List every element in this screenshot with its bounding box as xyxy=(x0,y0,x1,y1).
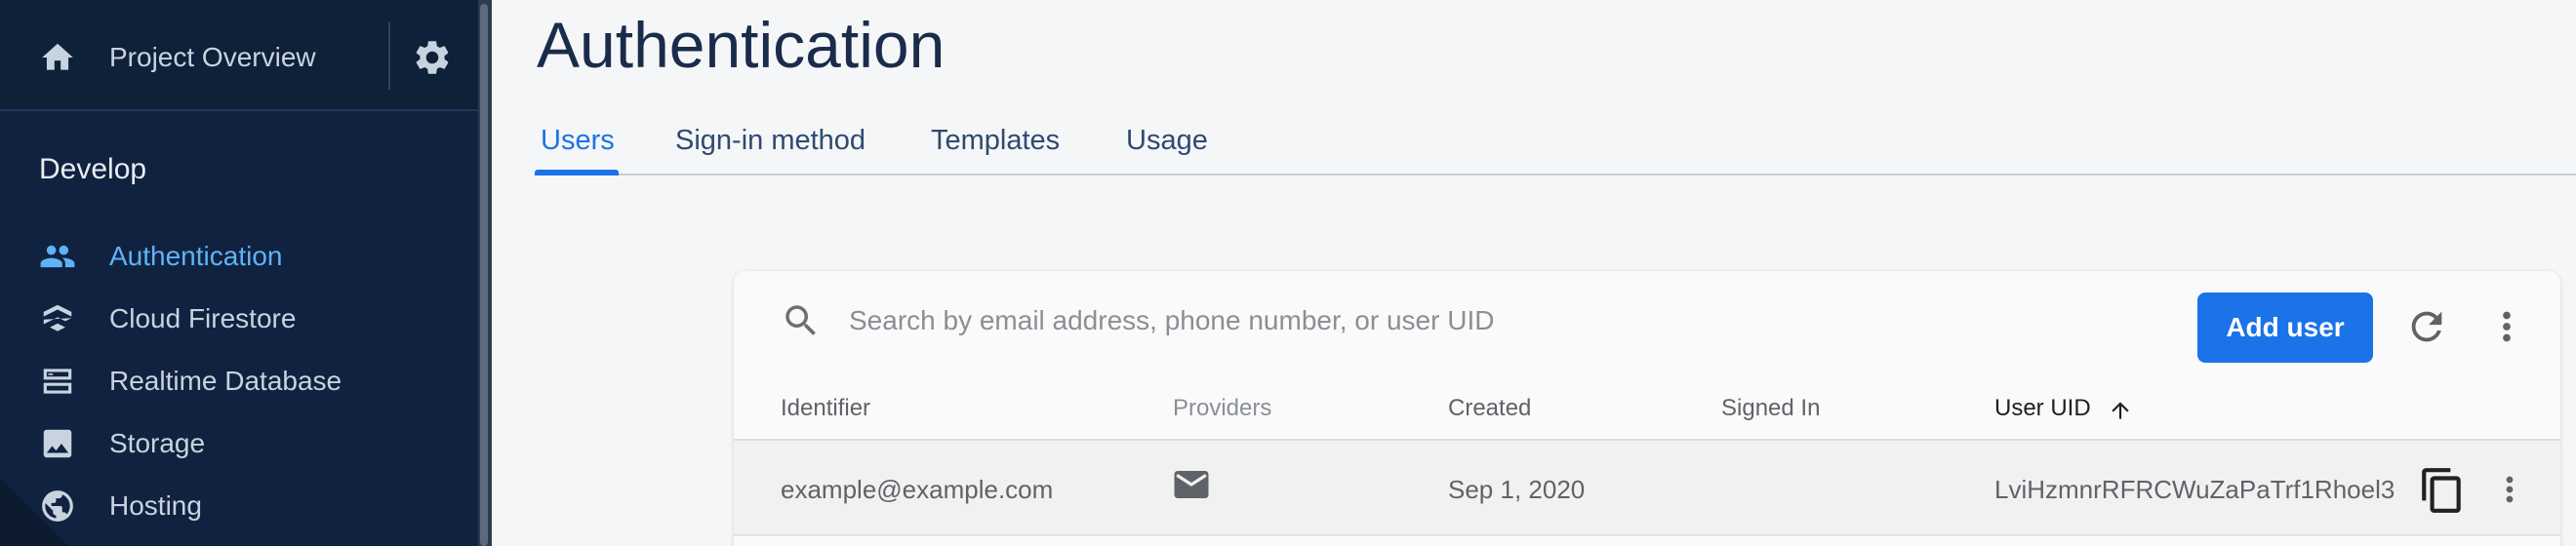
sidebar-item-authentication[interactable]: Authentication xyxy=(0,224,478,287)
search-input[interactable] xyxy=(849,298,1630,343)
sidebar-item-label: Hosting xyxy=(109,490,202,521)
page-title: Authentication xyxy=(537,9,946,81)
table-row[interactable]: example@example.com Sep 1, 2020 LviHzmnr… xyxy=(734,439,2560,536)
section-title-develop: Develop xyxy=(39,153,147,185)
image-icon xyxy=(39,425,76,462)
add-user-button[interactable]: Add user xyxy=(2197,292,2373,363)
tab-label: Usage xyxy=(1126,125,1208,156)
column-header-identifier[interactable]: Identifier xyxy=(781,394,870,423)
column-header-signed-in[interactable]: Signed In xyxy=(1721,394,1820,423)
copy-icon[interactable] xyxy=(2418,466,2467,515)
sidebar-item-label: Cloud Firestore xyxy=(109,303,297,333)
search-icon xyxy=(781,300,822,341)
sidebar-scrollbar-thumb[interactable] xyxy=(480,4,488,546)
tab-label: Users xyxy=(541,125,615,156)
sidebar-item-hosting[interactable]: Hosting xyxy=(0,474,478,536)
tab-users[interactable]: Users xyxy=(535,123,619,176)
sidebar: Project Overview Develop Authentication … xyxy=(0,0,478,546)
sidebar-item-storage[interactable]: Storage xyxy=(0,411,478,474)
firestore-icon xyxy=(39,300,76,337)
tab-label: Sign-in method xyxy=(675,125,866,156)
email-icon xyxy=(1171,464,1212,505)
cell-created: Sep 1, 2020 xyxy=(1448,475,1586,504)
tab-bar: Users Sign-in method Templates Usage xyxy=(535,111,2576,176)
column-header-providers: Providers xyxy=(1173,395,1272,421)
sidebar-item-realtime-database[interactable]: Realtime Database xyxy=(0,349,478,411)
tab-templates[interactable]: Templates xyxy=(931,123,1060,158)
cell-identifier: example@example.com xyxy=(781,475,1054,504)
more-vert-icon[interactable] xyxy=(2484,304,2529,349)
arrow-up-icon[interactable] xyxy=(2108,398,2133,423)
column-header-created[interactable]: Created xyxy=(1448,394,1531,423)
sidebar-item-label: Storage xyxy=(109,428,206,458)
row-more-vert-icon[interactable] xyxy=(2490,470,2529,509)
home-icon[interactable] xyxy=(39,39,76,76)
tab-label: Templates xyxy=(931,125,1061,156)
sidebar-header: Project Overview xyxy=(0,0,478,111)
sidebar-item-label: Authentication xyxy=(109,241,283,271)
project-overview-link[interactable]: Project Overview xyxy=(109,41,316,74)
divider xyxy=(388,21,390,90)
cell-user-uid: LviHzmnrRFRCWuZaPaTrf1Rhoel3 xyxy=(1994,475,2395,504)
people-icon xyxy=(39,238,76,275)
tab-sign-in-method[interactable]: Sign-in method xyxy=(675,123,865,158)
tab-usage[interactable]: Usage xyxy=(1126,123,1208,158)
refresh-icon[interactable] xyxy=(2404,304,2449,349)
database-icon xyxy=(39,363,76,400)
sidebar-decoration xyxy=(0,478,68,546)
sidebar-item-cloud-firestore[interactable]: Cloud Firestore xyxy=(0,287,478,349)
gear-icon[interactable] xyxy=(412,37,453,78)
sidebar-item-label: Realtime Database xyxy=(109,366,342,396)
column-header-user-uid[interactable]: User UID xyxy=(1994,394,2091,423)
users-card: Add user Identifier Providers Created Si… xyxy=(734,271,2560,546)
active-tab-indicator xyxy=(535,170,619,176)
